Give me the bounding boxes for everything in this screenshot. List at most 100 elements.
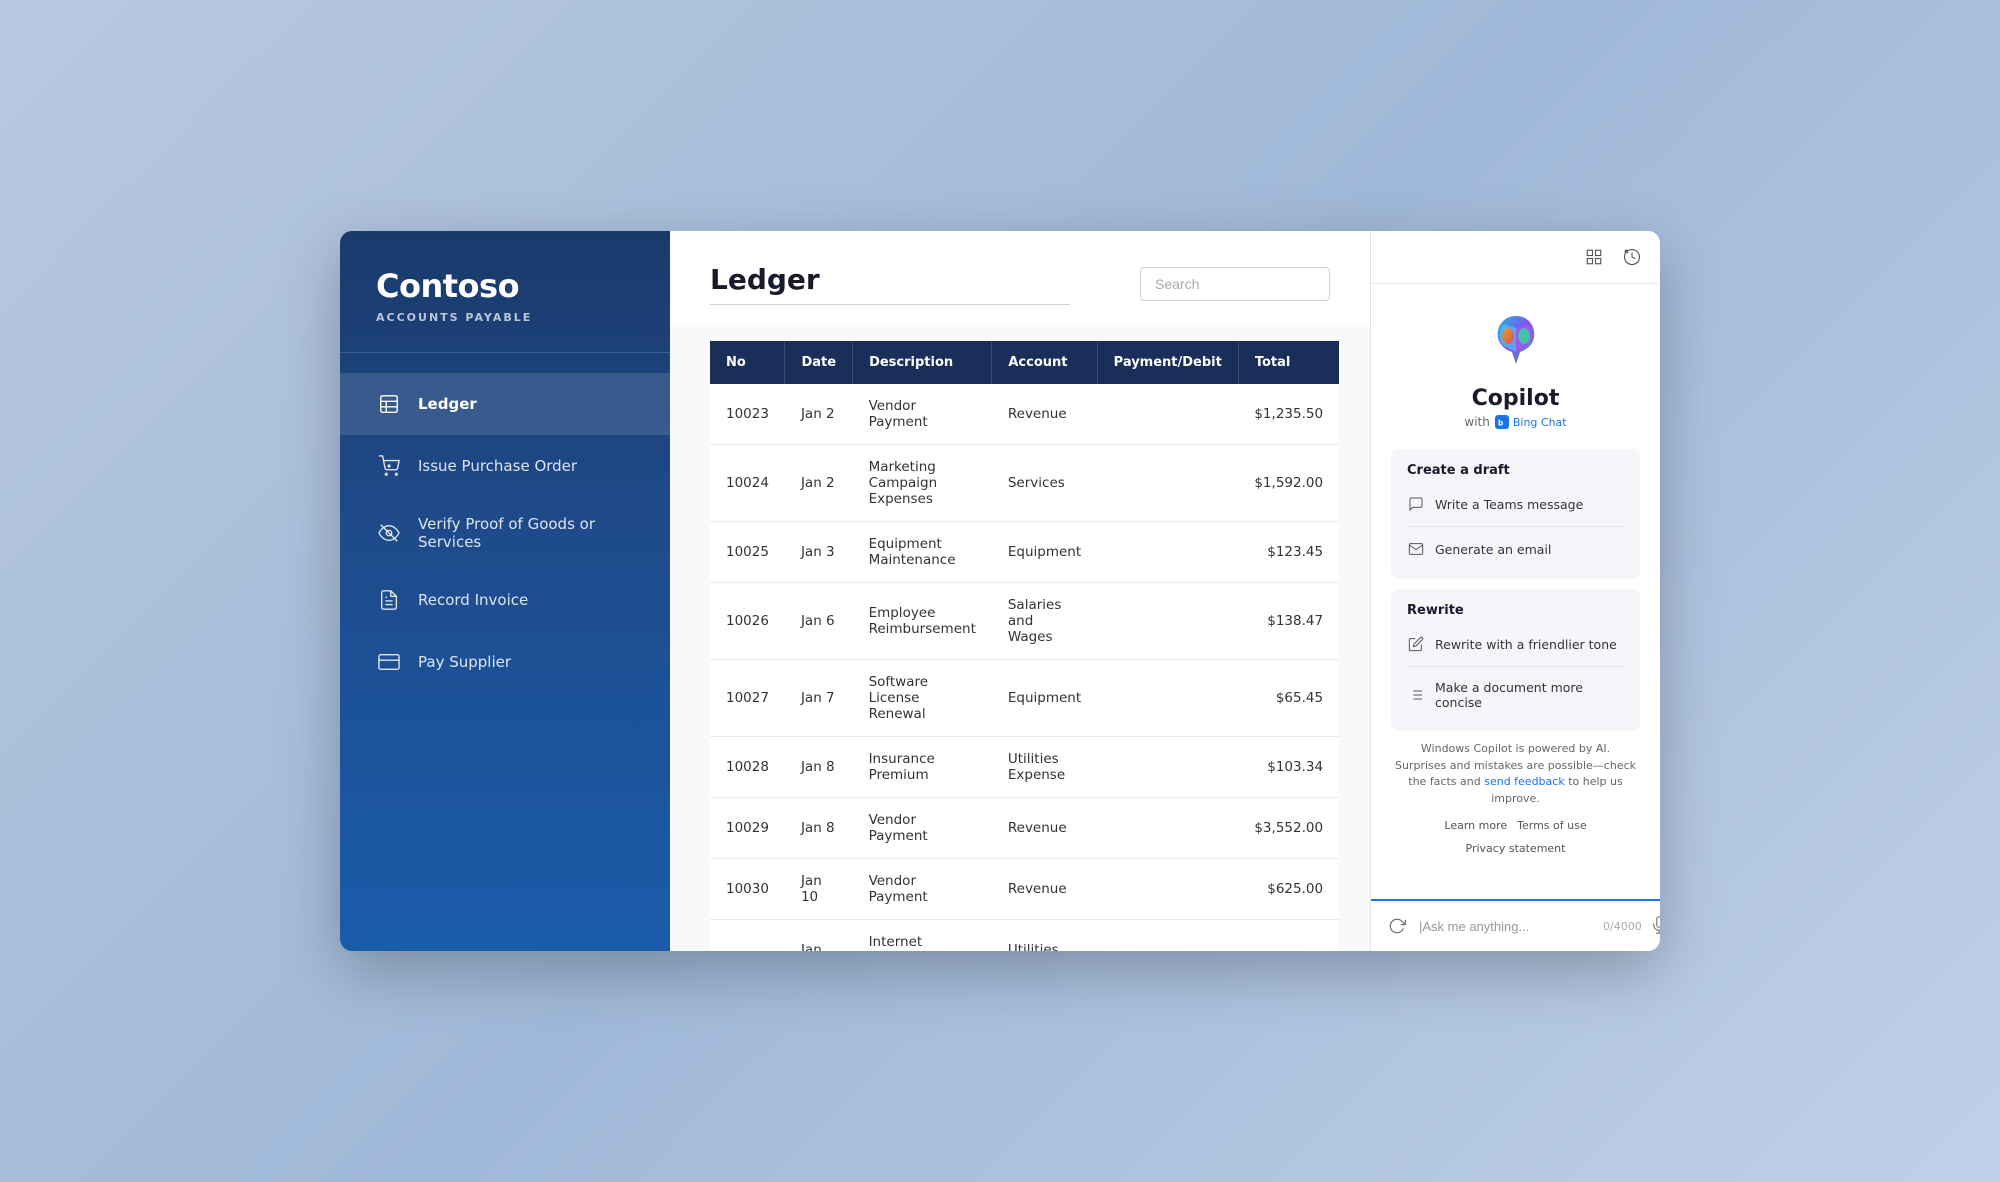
cell-no: 10026 bbox=[710, 583, 785, 660]
sidebar-item-label-pay-supplier: Pay Supplier bbox=[418, 653, 511, 671]
copilot-disclaimer: Windows Copilot is powered by AI. Surpri… bbox=[1391, 741, 1640, 807]
copilot-toolbar bbox=[1371, 231, 1660, 284]
history-icon[interactable] bbox=[1618, 243, 1646, 271]
copilot-title: Copilot bbox=[1472, 386, 1560, 411]
cell-account: Revenue bbox=[992, 859, 1097, 920]
learn-more-link[interactable]: Learn more bbox=[1444, 819, 1507, 832]
copilot-subtitle: with b Bing Chat bbox=[1464, 415, 1566, 429]
rewrite-tone-icon bbox=[1407, 635, 1425, 653]
ledger-icon bbox=[376, 391, 402, 417]
cell-date: Jan 8 bbox=[785, 798, 853, 859]
table-row: 10029 Jan 8 Vendor Payment Revenue $3,55… bbox=[710, 798, 1339, 859]
create-draft-section: Create a draft Write a Teams message Gen… bbox=[1391, 449, 1640, 579]
table-row: 10023 Jan 2 Vendor Payment Revenue $1,23… bbox=[710, 384, 1339, 445]
copilot-panel: Copilot with b Bing Chat Create a draft bbox=[1370, 231, 1660, 951]
terms-of-use-link[interactable]: Terms of use bbox=[1517, 819, 1586, 832]
microphone-icon[interactable] bbox=[1650, 916, 1660, 936]
grid-icon[interactable] bbox=[1580, 243, 1608, 271]
cell-description: Employee Reimbursement bbox=[853, 583, 992, 660]
sidebar-item-label-verify-proof: Verify Proof of Goods or Services bbox=[418, 515, 634, 551]
cell-total: $1,235.50 bbox=[1238, 384, 1339, 445]
cell-no: 10031 bbox=[710, 920, 785, 952]
table-row: 10026 Jan 6 Employee Reimbursement Salar… bbox=[710, 583, 1339, 660]
cell-total: $3,552.00 bbox=[1238, 798, 1339, 859]
cell-description: Vendor Payment bbox=[853, 384, 992, 445]
cell-no: 10027 bbox=[710, 660, 785, 737]
rewrite-tone-item[interactable]: Rewrite with a friendlier tone bbox=[1407, 628, 1624, 660]
col-header-no: No bbox=[710, 341, 785, 384]
email-icon bbox=[1407, 540, 1425, 558]
cell-date: Jan 2 bbox=[785, 384, 853, 445]
cell-no: 10025 bbox=[710, 522, 785, 583]
cell-description: Marketing Campaign Expenses bbox=[853, 445, 992, 522]
sidebar-item-label-record-invoice: Record Invoice bbox=[418, 591, 528, 609]
col-header-date: Date bbox=[785, 341, 853, 384]
sidebar-item-pay-supplier[interactable]: Pay Supplier bbox=[340, 631, 670, 693]
copilot-logo-icon bbox=[1484, 308, 1548, 372]
sidebar-item-verify-proof[interactable]: Verify Proof of Goods or Services bbox=[340, 497, 670, 569]
refresh-button[interactable] bbox=[1383, 912, 1411, 940]
rewrite-tone-label: Rewrite with a friendlier tone bbox=[1435, 637, 1617, 652]
page-title: Ledger bbox=[710, 263, 1070, 296]
cell-no: 10028 bbox=[710, 737, 785, 798]
ledger-table: No Date Description Account Payment/Debi… bbox=[710, 341, 1339, 951]
cell-account: Revenue bbox=[992, 384, 1097, 445]
cell-description: Internet Service Subscription bbox=[853, 920, 992, 952]
cell-no: 10029 bbox=[710, 798, 785, 859]
cell-date: Jan 8 bbox=[785, 737, 853, 798]
record-invoice-icon bbox=[376, 587, 402, 613]
cell-total: $103.34 bbox=[1238, 737, 1339, 798]
sidebar-item-record-invoice[interactable]: Record Invoice bbox=[340, 569, 670, 631]
cell-total: $1,592.00 bbox=[1238, 445, 1339, 522]
cell-total: $123.45 bbox=[1238, 522, 1339, 583]
copilot-input-area: 0/4000 bbox=[1371, 899, 1660, 951]
write-teams-label: Write a Teams message bbox=[1435, 497, 1583, 512]
sidebar-nav: Ledger Issue Purchase Order Verify Proof… bbox=[340, 353, 670, 951]
cell-total: $87.42 bbox=[1238, 920, 1339, 952]
cell-payment bbox=[1097, 445, 1238, 522]
make-concise-item[interactable]: Make a document more concise bbox=[1407, 673, 1624, 717]
cell-no: 10023 bbox=[710, 384, 785, 445]
cell-account: Services bbox=[992, 445, 1097, 522]
cell-no: 10030 bbox=[710, 859, 785, 920]
svg-text:b: b bbox=[1498, 418, 1504, 427]
bing-icon: b bbox=[1495, 415, 1509, 429]
cell-date: Jan 7 bbox=[785, 660, 853, 737]
copilot-ask-input[interactable] bbox=[1419, 919, 1595, 934]
sidebar-item-issue-purchase-order[interactable]: Issue Purchase Order bbox=[340, 435, 670, 497]
cell-payment bbox=[1097, 798, 1238, 859]
sidebar-item-ledger[interactable]: Ledger bbox=[340, 373, 670, 435]
col-header-total: Total bbox=[1238, 341, 1339, 384]
sidebar: Contoso ACCOUNTS PAYABLE Ledger Issue Pu… bbox=[340, 231, 670, 951]
main-content: Ledger No Date Description Account Payme… bbox=[670, 231, 1370, 951]
action-divider-1 bbox=[1407, 526, 1624, 527]
cell-date: Jan 3 bbox=[785, 522, 853, 583]
search-input[interactable] bbox=[1140, 267, 1330, 301]
sidebar-item-label-purchase-order: Issue Purchase Order bbox=[418, 457, 577, 475]
copilot-body: Copilot with b Bing Chat Create a draft bbox=[1371, 284, 1660, 899]
generate-email-item[interactable]: Generate an email bbox=[1407, 533, 1624, 565]
cell-payment bbox=[1097, 522, 1238, 583]
cell-total: $65.45 bbox=[1238, 660, 1339, 737]
col-header-description: Description bbox=[853, 341, 992, 384]
cell-description: Software License Renewal bbox=[853, 660, 992, 737]
cell-total: $138.47 bbox=[1238, 583, 1339, 660]
table-container: No Date Description Account Payment/Debi… bbox=[670, 325, 1370, 951]
cell-payment bbox=[1097, 859, 1238, 920]
write-teams-message-item[interactable]: Write a Teams message bbox=[1407, 488, 1624, 520]
verify-proof-icon bbox=[376, 520, 402, 546]
company-logo: Contoso bbox=[376, 267, 634, 305]
cell-account: Utilities Expense bbox=[992, 920, 1097, 952]
concise-icon bbox=[1407, 686, 1425, 704]
privacy-statement-link[interactable]: Privacy statement bbox=[1466, 842, 1566, 855]
send-feedback-link[interactable]: send feedback bbox=[1484, 775, 1564, 788]
teams-icon bbox=[1407, 495, 1425, 513]
create-draft-title: Create a draft bbox=[1407, 463, 1624, 478]
sidebar-subtitle: ACCOUNTS PAYABLE bbox=[376, 311, 634, 324]
cell-account: Utilities Expense bbox=[992, 737, 1097, 798]
cell-description: Equipment Maintenance bbox=[853, 522, 992, 583]
cell-account: Revenue bbox=[992, 798, 1097, 859]
col-header-account: Account bbox=[992, 341, 1097, 384]
pay-supplier-icon bbox=[376, 649, 402, 675]
cell-total: $625.00 bbox=[1238, 859, 1339, 920]
